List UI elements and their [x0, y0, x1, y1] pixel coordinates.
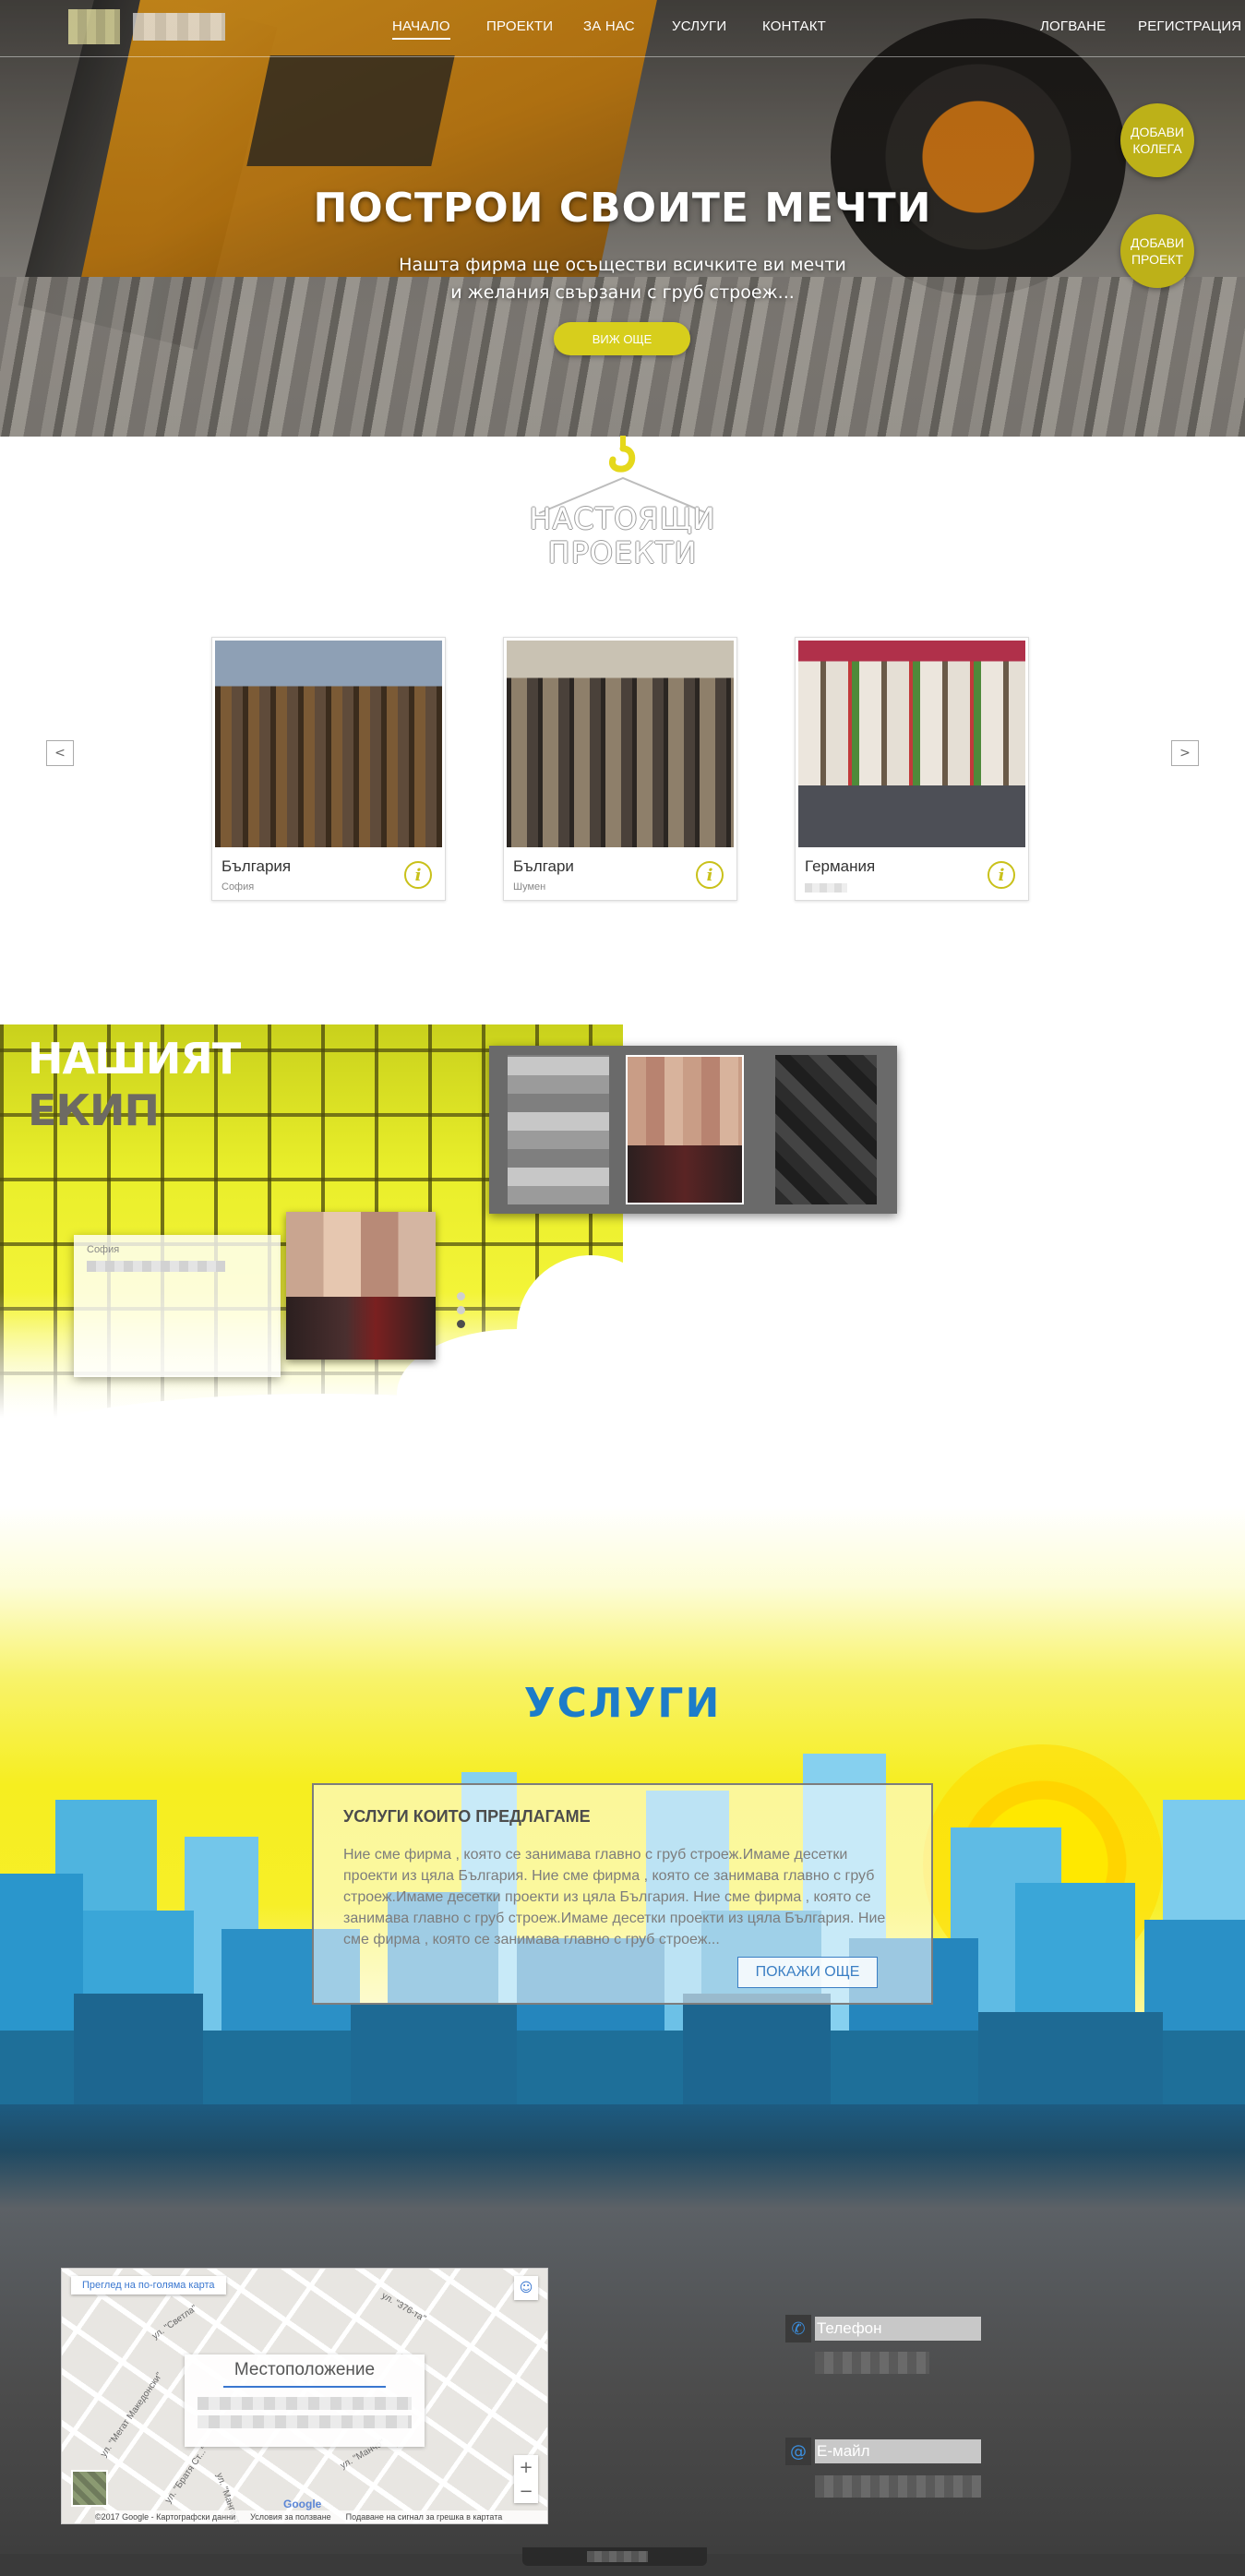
services-box-heading: УСЛУГИ КОИТО ПРЕДЛАГАМЕ	[343, 1807, 591, 1826]
address-blurred	[198, 2397, 412, 2410]
carousel-next-button[interactable]: >	[1171, 740, 1199, 766]
add-project-button[interactable]: ДОБАВИ ПРОЕКТ	[1120, 214, 1194, 288]
hero-subtitle-line2: и желания свързани с груб строеж...	[450, 282, 795, 303]
team-member-card: София	[74, 1235, 281, 1377]
projects-title-line1: НАСТОЯЩИ	[529, 501, 716, 536]
top-navigation: НАЧАЛО ПРОЕКТИ ЗА НАС УСЛУГИ КОНТАКТ ЛОГ…	[0, 0, 1245, 57]
location-panel: Местоположение	[185, 2354, 425, 2447]
services-info-box: УСЛУГИ КОИТО ПРЕДЛАГАМЕ Ние сме фирма , …	[312, 1783, 933, 2005]
hero-more-button[interactable]: ВИЖ ОЩЕ	[554, 322, 690, 355]
team-thumbnail[interactable]	[775, 1055, 877, 1204]
team-thumbnail-strip	[489, 1046, 897, 1214]
site-logo[interactable]	[68, 6, 233, 47]
project-title: Германия	[805, 857, 876, 875]
member-name-blurred	[87, 1261, 225, 1272]
google-logo: Google	[283, 2498, 322, 2510]
footer-tab	[522, 2547, 707, 2566]
map-report-link[interactable]: Подаване на сигнал за грешка в картата	[346, 2512, 503, 2522]
carousel-dot-active[interactable]	[457, 1320, 465, 1328]
project-card[interactable]: България София i	[211, 637, 446, 901]
address-blurred	[198, 2415, 412, 2428]
map-attribution: ©2017 Google - Картографски данни Услови…	[95, 2510, 547, 2523]
team-carousel-dots	[457, 1292, 466, 1334]
nav-register[interactable]: РЕГИСТРАЦИЯ	[1138, 18, 1241, 34]
nav-login[interactable]: ЛОГВАНЕ	[1040, 18, 1106, 34]
project-title: България	[221, 857, 292, 875]
services-title: УСЛУГИ	[523, 1680, 722, 1727]
nav-home[interactable]: НАЧАЛО	[392, 18, 450, 40]
info-icon[interactable]: i	[988, 861, 1015, 889]
services-box-text: Ние сме фирма , която се занимава главно…	[343, 1847, 886, 1947]
project-card[interactable]: Българи Шумен i	[503, 637, 737, 901]
email-icon: @	[785, 2438, 811, 2465]
carousel-dot[interactable]	[457, 1292, 465, 1300]
email-value-blurred	[815, 2475, 981, 2498]
phone-value-blurred	[815, 2352, 929, 2374]
map-zoom-control: + −	[514, 2455, 538, 2503]
team-member-photo	[286, 1212, 436, 1360]
project-city: София	[221, 881, 255, 893]
services-section-background	[0, 1440, 1245, 2104]
zoom-out-button[interactable]: −	[514, 2479, 538, 2503]
phone-label: Телефон	[815, 2317, 981, 2341]
project-photo	[798, 641, 1025, 847]
info-icon[interactable]: i	[404, 861, 432, 889]
project-photo	[507, 641, 734, 847]
nav-contact[interactable]: КОНТАКТ	[762, 18, 826, 34]
team-thumbnail-selected[interactable]	[626, 1055, 744, 1204]
project-card[interactable]: Германия i	[795, 637, 1029, 901]
phone-icon: ✆	[785, 2315, 811, 2342]
hero-title: ПОСТРОИ СВОИТЕ МЕЧТИ	[313, 185, 932, 232]
add-colleague-button[interactable]: ДОБАВИ КОЛЕГА	[1120, 103, 1194, 177]
map-terms-link[interactable]: Условия за ползване	[250, 2512, 331, 2522]
street-view-person-icon[interactable]: ☺	[514, 2276, 538, 2300]
project-city: Шумен	[513, 881, 546, 893]
view-larger-map-link[interactable]: Преглед на по-голяма карта	[71, 2276, 226, 2294]
info-icon[interactable]: i	[696, 861, 724, 889]
project-city-blurred	[805, 883, 847, 893]
team-title-line2: ЕКИП	[28, 1085, 160, 1135]
nav-projects[interactable]: ПРОЕКТИ	[486, 18, 553, 34]
team-thumbnail[interactable]	[508, 1055, 609, 1204]
projects-title-line2: ПРОЕКТИ	[547, 535, 698, 570]
hero-subtitle-line1: Нашта фирма ще осъществи всичките ви меч…	[399, 255, 846, 275]
nav-about[interactable]: ЗА НАС	[583, 18, 635, 34]
project-photo	[215, 641, 442, 847]
carousel-dot[interactable]	[457, 1306, 465, 1314]
satellite-toggle[interactable]	[71, 2470, 108, 2507]
team-title-line1: НАШИЯТ	[28, 1034, 241, 1084]
project-title: Българи	[513, 857, 574, 875]
nav-services[interactable]: УСЛУГИ	[672, 18, 726, 34]
location-title: Местоположение	[233, 2360, 376, 2379]
carousel-prev-button[interactable]: <	[46, 740, 74, 766]
member-city: София	[87, 1244, 120, 1255]
services-more-button[interactable]: ПОКАЖИ ОЩЕ	[737, 1957, 878, 1988]
email-label: Е-майл	[815, 2439, 981, 2463]
zoom-in-button[interactable]: +	[514, 2455, 538, 2479]
